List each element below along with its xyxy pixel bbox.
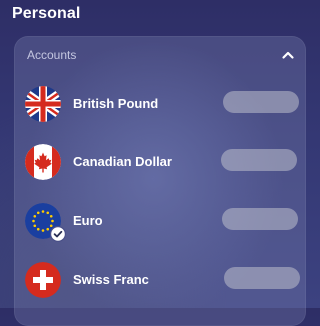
account-row-cad[interactable]: Canadian Dollar [15, 144, 307, 194]
account-name: Canadian Dollar [73, 154, 172, 169]
uk-flag-icon [25, 86, 61, 122]
accounts-card-header[interactable]: Accounts [15, 37, 307, 73]
balance-redacted [222, 208, 298, 230]
accounts-label: Accounts [27, 48, 77, 62]
account-name: British Pound [73, 96, 159, 111]
accounts-card: Accounts British Pound Canadian Dollar E… [14, 36, 306, 326]
swiss-flag-icon [25, 262, 61, 298]
balance-redacted [221, 149, 297, 171]
account-row-eur[interactable]: Euro [15, 203, 307, 253]
account-row-chf[interactable]: Swiss Franc [15, 262, 307, 312]
account-row-gbp[interactable]: British Pound [15, 86, 307, 136]
balance-redacted [223, 91, 299, 113]
balance-redacted [224, 267, 300, 289]
section-title: Personal [12, 5, 81, 22]
eu-flag-icon [25, 203, 67, 243]
canada-flag-icon [25, 144, 61, 180]
account-name: Swiss Franc [73, 272, 149, 287]
chevron-up-icon[interactable] [279, 46, 297, 64]
selected-check-icon [49, 225, 67, 243]
account-name: Euro [73, 213, 103, 228]
